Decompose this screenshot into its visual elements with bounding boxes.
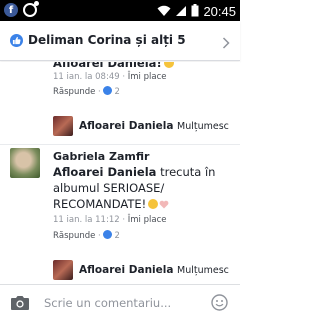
avatar[interactable]	[10, 148, 40, 178]
reply-preview[interactable]: Afloarei Daniela Mulțumesc	[53, 114, 240, 140]
smile-emoji-icon	[163, 62, 174, 68]
reply-text: Mulțumesc	[177, 121, 229, 132]
comments-list[interactable]: Afloarei Daniela! 11 ian. la 08:49 · Îmi…	[0, 62, 240, 284]
likes-header[interactable]: Deliman Corina și alți 5	[0, 21, 240, 61]
reply-author[interactable]: Afloarei Daniela	[79, 264, 173, 276]
like-link[interactable]: Îmi place	[128, 72, 167, 82]
wifi-icon	[157, 2, 171, 21]
avatar[interactable]	[53, 260, 73, 280]
reply-preview[interactable]: Afloarei Daniela Mulțumesc	[53, 258, 240, 284]
reply-author[interactable]: Afloarei Daniela	[79, 120, 173, 132]
comment-author[interactable]: Gabriela Zamfir	[53, 150, 149, 163]
status-time: 20:45	[203, 4, 236, 19]
comment-actions: Răspunde · 2	[53, 86, 120, 97]
comment-input[interactable]	[44, 294, 194, 312]
battery-icon	[191, 2, 199, 21]
smile-emoji-icon	[148, 199, 159, 209]
comment-actions: Răspunde · 2	[53, 230, 120, 241]
comment-meta: 11 ian. la 11:12 · Îmi place	[53, 215, 167, 225]
like-count[interactable]: 2	[114, 231, 119, 241]
facebook-notification-icon: f	[4, 3, 18, 17]
comment-text: Afloarei Daniela trecuta în albumul SERI…	[53, 165, 216, 211]
heart-emoji-icon	[159, 197, 169, 209]
divider	[0, 144, 240, 145]
comment-composer	[0, 284, 240, 320]
reply-link[interactable]: Răspunde	[53, 231, 95, 241]
signal-icon	[175, 2, 187, 21]
chevron-right-icon[interactable]	[222, 34, 230, 53]
likers-title[interactable]: Deliman Corina și alți 5	[28, 33, 186, 47]
reply-link[interactable]: Răspunde	[53, 87, 95, 97]
like-count-icon	[103, 230, 113, 239]
camera-icon[interactable]	[10, 295, 30, 315]
app-notification-icon	[23, 1, 39, 17]
status-bar: f 20:45	[0, 0, 240, 21]
mention-link[interactable]: Afloarei Daniela	[53, 165, 156, 179]
comment-time: 11 ian. la 08:49	[53, 72, 120, 82]
comment-text: Afloarei Daniela!	[53, 62, 174, 70]
like-icon	[10, 34, 23, 47]
reply-text: Mulțumesc	[177, 265, 229, 276]
avatar[interactable]	[53, 116, 73, 136]
emoji-icon[interactable]	[211, 294, 228, 315]
comment-meta: 11 ian. la 08:49 · Îmi place	[53, 72, 167, 82]
like-count[interactable]: 2	[114, 87, 119, 97]
like-link[interactable]: Îmi place	[128, 215, 167, 225]
comment-time: 11 ian. la 11:12	[53, 215, 120, 225]
like-count-icon	[103, 86, 113, 95]
